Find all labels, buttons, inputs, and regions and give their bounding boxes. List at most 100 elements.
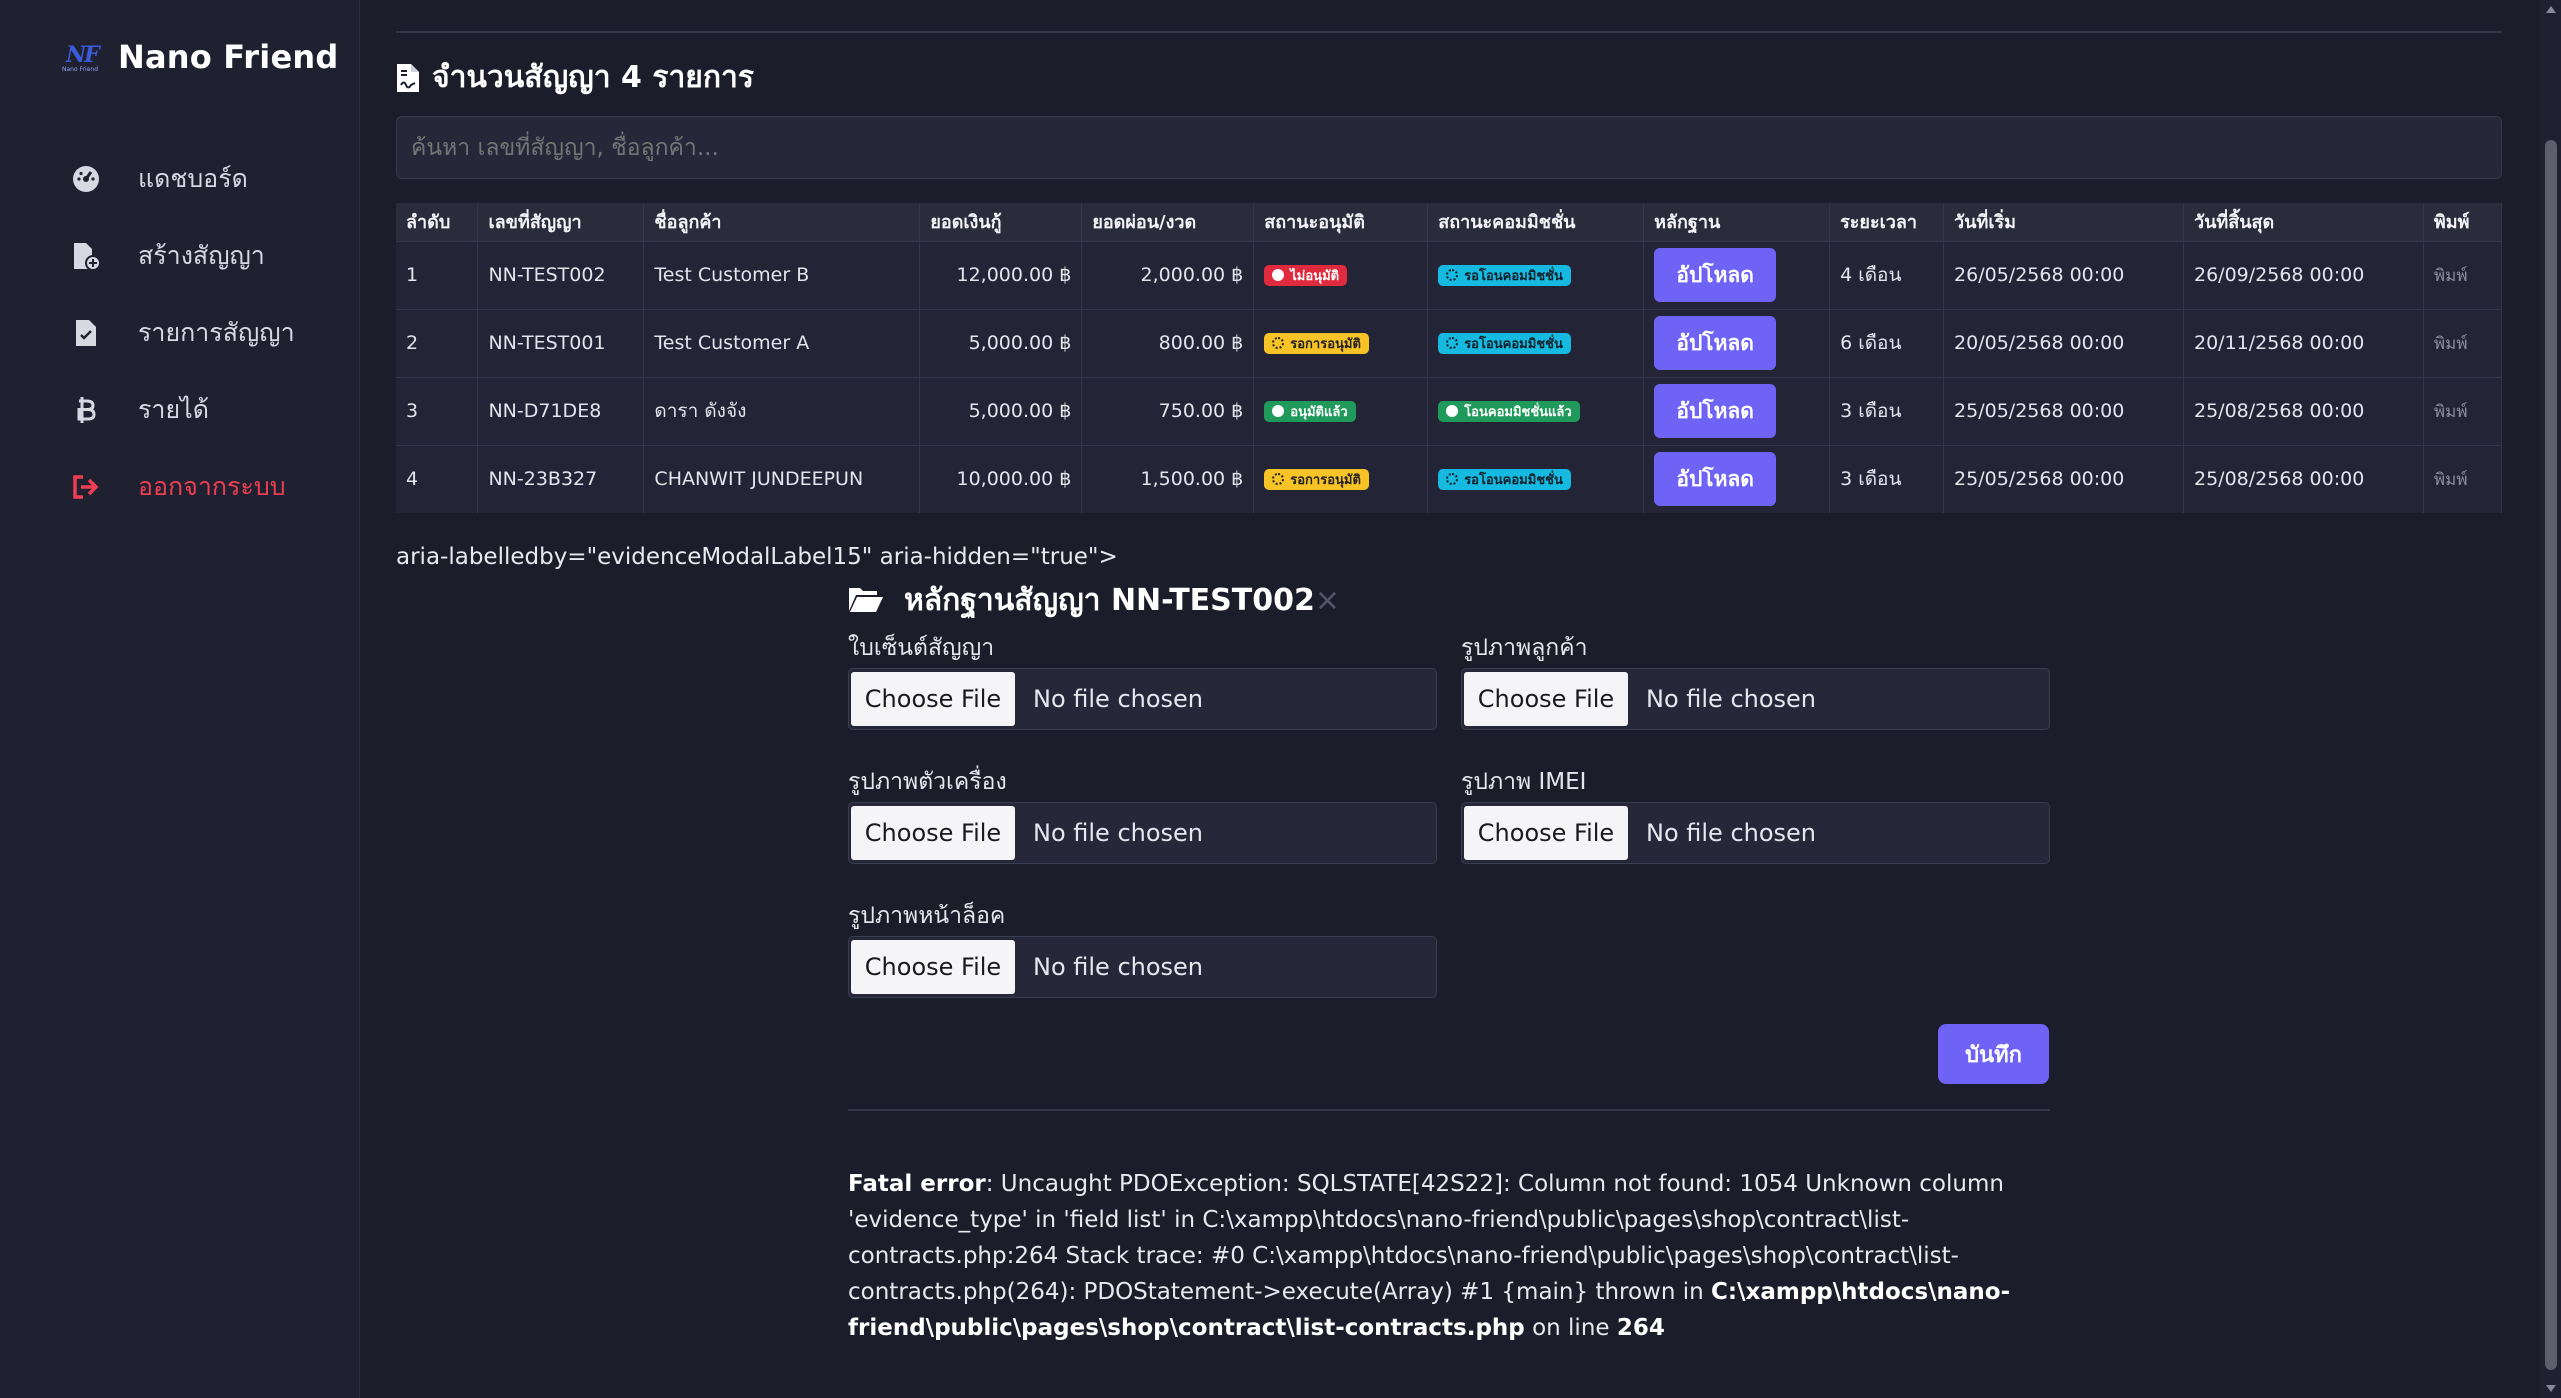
upload-button[interactable]: อัปโหลด (1654, 248, 1777, 302)
sidebar-item-income[interactable]: รายได้ (70, 371, 295, 448)
file-status: No file chosen (1646, 685, 1817, 713)
file-field-customer-photo: รูปภาพลูกค้า Choose File No file chosen (1461, 630, 2050, 730)
cell-installment: 750.00 ฿ (1081, 376, 1255, 445)
column-header[interactable]: ยอดเงินกู้ (919, 203, 1083, 241)
cell-print: พิมพ์ (2423, 308, 2503, 377)
file-input[interactable]: Choose File No file chosen (848, 802, 1437, 864)
evidence-modal: หลักฐานสัญญา NN-TEST002 × ใบเซ็นต์สัญญา … (848, 580, 2050, 1341)
file-input[interactable]: Choose File No file chosen (848, 936, 1437, 998)
cell-approval-status: รอการอนุมัติ (1253, 308, 1429, 377)
brand-logo: NF Nano Friend (62, 42, 106, 73)
scroll-down-arrow-icon[interactable] (2546, 1385, 2556, 1392)
logo-subtext: Nano Friend (62, 66, 98, 73)
column-header[interactable]: ยอดผ่อน/งวด (1081, 203, 1255, 241)
close-icon[interactable]: × (1315, 583, 1340, 618)
file-contract-icon (396, 63, 420, 93)
sidebar-item-logout[interactable]: ออกจากระบบ (70, 448, 295, 525)
print-link[interactable]: พิมพ์ (2434, 334, 2468, 354)
cell-contract-number: NN-23B327 (477, 444, 645, 513)
sidebar-item-contract-list[interactable]: รายการสัญญา (70, 294, 295, 371)
sidebar-item-dashboard[interactable]: แดชบอร์ด (70, 140, 295, 217)
column-header[interactable]: ระยะเวลา (1829, 203, 1945, 241)
print-link[interactable]: พิมพ์ (2434, 470, 2468, 490)
file-field-imei-photo: รูปภาพ IMEI Choose File No file chosen (1461, 764, 2050, 864)
scrollbar-thumb[interactable] (2545, 140, 2557, 1370)
column-header[interactable]: ชื่อลูกค้า (643, 203, 921, 241)
print-link[interactable]: พิมพ์ (2434, 266, 2468, 286)
column-header[interactable]: พิมพ์ (2423, 203, 2503, 241)
file-input[interactable]: Choose File No file chosen (1461, 668, 2050, 730)
column-header[interactable]: หลักฐาน (1643, 203, 1831, 241)
cell-loan-amount: 12,000.00 ฿ (919, 240, 1083, 309)
column-header[interactable]: สถานะคอมมิชชั่น (1427, 203, 1645, 241)
upload-button[interactable]: อัปโหลด (1654, 316, 1777, 370)
brand[interactable]: NF Nano Friend Nano Friend (62, 38, 338, 76)
column-header[interactable]: วันที่เริ่ม (1943, 203, 2184, 241)
error-on-line: on line (1524, 1315, 1617, 1341)
upload-button[interactable]: อัปโหลด (1654, 384, 1777, 438)
column-header[interactable]: ลำดับ (396, 203, 479, 241)
sidebar-item-label: ออกจากระบบ (138, 471, 286, 501)
cell-index: 3 (396, 376, 479, 445)
choose-file-button[interactable]: Choose File (851, 806, 1015, 860)
spinner-icon (1272, 337, 1285, 349)
choose-file-button[interactable]: Choose File (851, 672, 1015, 726)
scroll-up-arrow-icon[interactable] (2546, 6, 2556, 13)
print-link[interactable]: พิมพ์ (2434, 402, 2468, 422)
cell-index: 4 (396, 444, 479, 513)
column-header[interactable]: เลขที่สัญญา (477, 203, 645, 241)
cell-evidence: อัปโหลด (1643, 240, 1831, 309)
cell-loan-amount: 5,000.00 ฿ (919, 376, 1083, 445)
badge-text: รอการอนุมัติ (1290, 336, 1361, 352)
file-input[interactable]: Choose File No file chosen (1461, 802, 2050, 864)
file-status: No file chosen (1033, 685, 1204, 713)
table-row: 1 NN-TEST002 Test Customer B 12,000.00 ฿… (396, 240, 2503, 309)
cell-start-date: 25/05/2568 00:00 (1943, 376, 2184, 445)
cell-start-date: 20/05/2568 00:00 (1943, 308, 2184, 377)
folder-open-icon (848, 585, 884, 615)
status-badge: อนุมัติแล้ว (1264, 400, 1356, 422)
status-badge: โอนคอมมิชชั่นแล้ว (1438, 400, 1580, 422)
cell-contract-number: NN-TEST002 (477, 240, 645, 309)
divider (848, 1109, 2050, 1111)
status-badge: รอการอนุมัติ (1264, 332, 1369, 354)
page-title-text: จำนวนสัญญา 4 รายการ (432, 60, 754, 95)
choose-file-button[interactable]: Choose File (851, 940, 1015, 994)
sidebar: NF Nano Friend Nano Friend แดชบอร์ด สร้า… (0, 0, 360, 1398)
column-header[interactable]: วันที่สิ้นสุด (2183, 203, 2424, 241)
field-label: รูปภาพตัวเครื่อง (848, 769, 1007, 795)
table-header-row: ลำดับ เลขที่สัญญา ชื่อลูกค้า ยอดเงินกู้ … (396, 203, 2503, 241)
choose-file-button[interactable]: Choose File (1464, 672, 1628, 726)
scrollbar[interactable] (2541, 0, 2561, 1398)
field-label: รูปภาพหน้าล็อค (848, 903, 1006, 929)
raw-markup-text: aria-labelledby="evidenceModalLabel15" a… (396, 544, 1118, 570)
file-input[interactable]: Choose File No file chosen (848, 668, 1437, 730)
divider (396, 31, 2502, 33)
cell-duration: 3 เดือน (1829, 376, 1945, 445)
field-label: ใบเซ็นต์สัญญา (848, 635, 995, 661)
spinner-icon (1272, 473, 1285, 486)
upload-button[interactable]: อัปโหลด (1654, 452, 1777, 507)
cell-commission-status: รอโอนคอมมิชชั่น (1427, 444, 1645, 513)
search-input[interactable] (396, 116, 2502, 179)
times-circle-icon (1272, 269, 1285, 281)
cell-installment: 2,000.00 ฿ (1081, 240, 1255, 309)
cell-evidence: อัปโหลด (1643, 308, 1831, 377)
baht-icon (70, 394, 102, 426)
choose-file-button[interactable]: Choose File (1464, 806, 1628, 860)
save-button[interactable]: บันทึก (1938, 1024, 2049, 1084)
cell-loan-amount: 10,000.00 ฿ (919, 444, 1083, 513)
sidebar-item-create-contract[interactable]: สร้างสัญญา (70, 217, 295, 294)
modal-title-text: หลักฐานสัญญา NN-TEST002 (904, 582, 1315, 618)
status-badge: รอการอนุมัติ (1264, 468, 1369, 490)
table-row: 3 NN-D71DE8 ดารา ดังจัง 5,000.00 ฿ 750.0… (396, 376, 2503, 445)
modal-title: หลักฐานสัญญา NN-TEST002 × (848, 580, 2050, 620)
cell-start-date: 26/05/2568 00:00 (1943, 240, 2184, 309)
error-prefix: Fatal error (848, 1171, 986, 1197)
cell-end-date: 20/11/2568 00:00 (2183, 308, 2424, 377)
column-header[interactable]: สถานะอนุมัติ (1253, 203, 1429, 241)
contracts-table: ลำดับ เลขที่สัญญา ชื่อลูกค้า ยอดเงินกู้ … (396, 203, 2503, 513)
cell-duration: 4 เดือน (1829, 240, 1945, 309)
cell-customer: ดารา ดังจัง (643, 376, 921, 445)
cell-print: พิมพ์ (2423, 240, 2503, 309)
